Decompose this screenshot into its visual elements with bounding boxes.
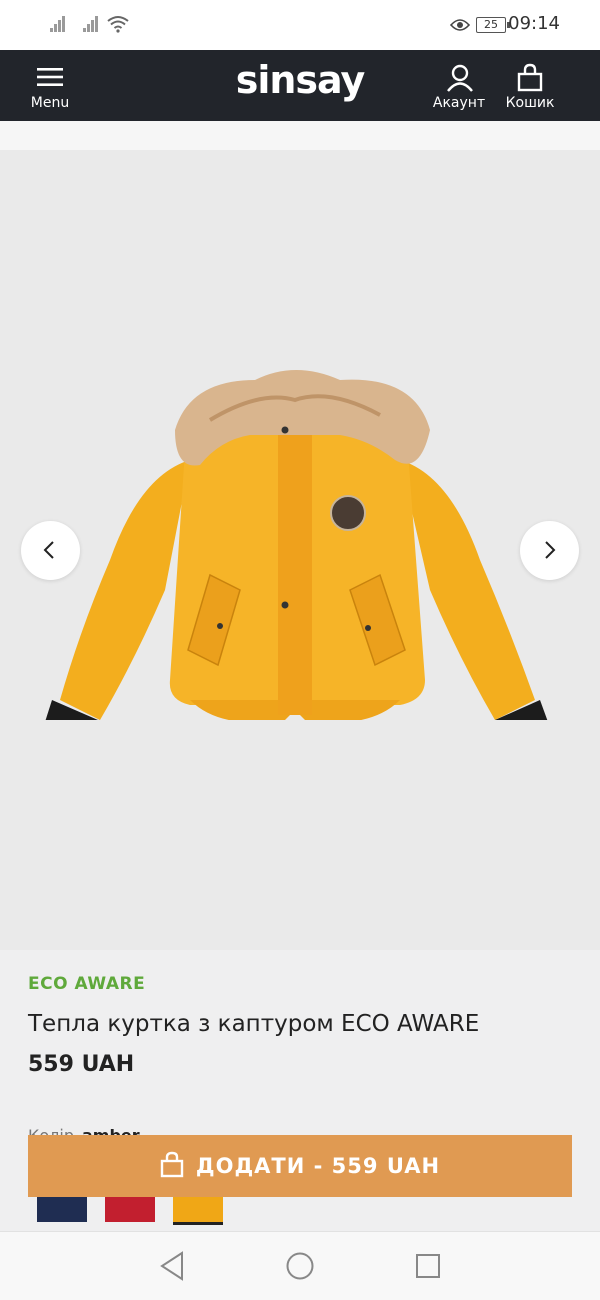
app-header: Menu sinsay Акаунт Кошик (0, 50, 600, 121)
eco-aware-badge: ECO AWARE (28, 974, 146, 994)
color-swatch-red[interactable] (105, 1196, 155, 1222)
color-swatch-amber[interactable] (173, 1196, 223, 1225)
shopping-bag-icon (160, 1151, 184, 1178)
back-icon[interactable] (158, 1250, 186, 1282)
gallery-next-button[interactable] (520, 521, 579, 580)
product-price: 559 UAH (28, 1052, 135, 1077)
signal-icon-2 (83, 14, 101, 32)
color-swatch-navy[interactable] (37, 1196, 87, 1222)
add-to-cart-label: ДОДАТИ - 559 UAH (195, 1154, 441, 1178)
wifi-icon (107, 16, 129, 33)
home-icon[interactable] (285, 1250, 315, 1282)
status-bar: 25 09:14 (0, 0, 600, 50)
gallery-prev-button[interactable] (21, 521, 80, 580)
product-gallery[interactable] (0, 150, 600, 950)
recent-apps-icon[interactable] (414, 1250, 442, 1282)
product-title: Тепла куртка з каптуром ECO AWARE (28, 1011, 480, 1037)
header-spacer (0, 121, 600, 150)
cart-label: Кошик (505, 95, 555, 111)
chevron-right-icon (545, 541, 556, 559)
cart-button[interactable]: Кошик (500, 50, 560, 121)
account-button[interactable]: Акаунт (428, 50, 490, 121)
shopping-bag-icon (517, 63, 543, 92)
eye-comfort-icon (450, 19, 470, 31)
battery-icon: 25 (476, 17, 510, 33)
account-label: Акаунт (432, 95, 486, 111)
chevron-left-icon (43, 541, 54, 559)
system-nav-bar (0, 1231, 600, 1300)
user-icon (447, 64, 473, 92)
status-time: 09:14 (508, 13, 560, 34)
add-to-cart-button[interactable]: ДОДАТИ - 559 UAH (28, 1135, 572, 1197)
product-image (45, 370, 548, 720)
signal-icon (50, 14, 68, 32)
